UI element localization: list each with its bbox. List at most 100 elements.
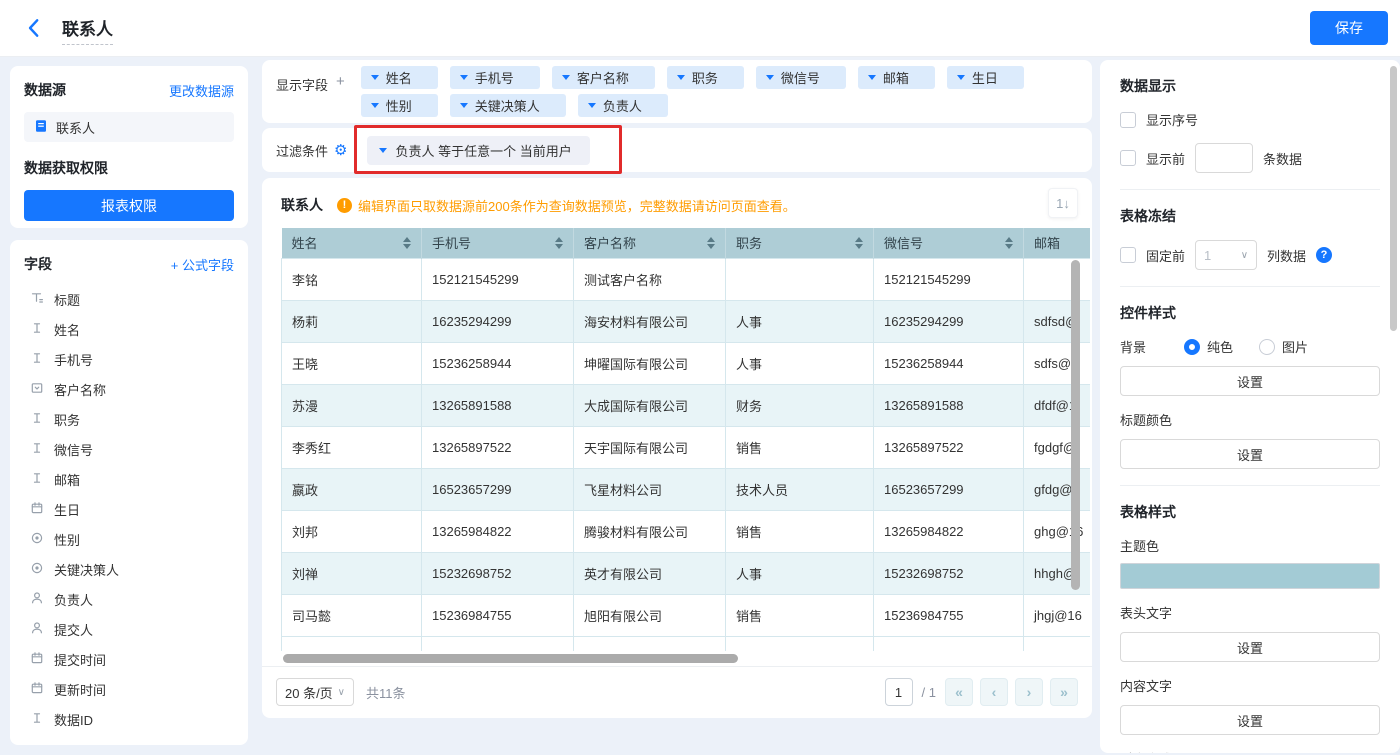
table-row[interactable]: 刘邦13265984822腾骏材料有限公司销售13265984822ghg@16 <box>282 510 1091 552</box>
field-item[interactable]: 微信号 <box>24 434 234 464</box>
field-item[interactable]: 职务 <box>24 404 234 434</box>
display-field-chip[interactable]: 姓名 <box>361 66 438 89</box>
column-header[interactable]: 姓名 <box>282 228 422 258</box>
solid-color-radio[interactable]: 纯色 <box>1184 337 1233 356</box>
field-item[interactable]: 生日 <box>24 494 234 524</box>
add-formula-field-link[interactable]: + 公式字段 <box>171 255 234 274</box>
display-field-chip[interactable]: 性别 <box>361 94 438 117</box>
display-field-chip[interactable]: 职务 <box>667 66 744 89</box>
sort-arrows-icon[interactable] <box>555 237 563 249</box>
settings-scrollbar[interactable] <box>1390 66 1397 331</box>
chevron-down-icon <box>766 75 774 80</box>
chevron-down-icon <box>957 75 965 80</box>
filter-settings-icon[interactable]: ⚙ <box>334 141 347 159</box>
display-field-chip[interactable]: 生日 <box>947 66 1024 89</box>
table-cell: dfdf@1 <box>1024 384 1091 426</box>
table-vertical-scrollbar[interactable] <box>1071 260 1080 590</box>
title-color-set-button[interactable]: 设置 <box>1120 439 1380 469</box>
display-field-chip[interactable]: 关键决策人 <box>450 94 566 117</box>
column-header[interactable]: 微信号 <box>874 228 1024 258</box>
back-icon[interactable] <box>24 17 46 39</box>
sort-arrows-icon[interactable] <box>707 237 715 249</box>
freeze-count-select[interactable]: 1 ∨ <box>1195 240 1257 270</box>
page-title[interactable]: 联系人 <box>62 15 113 45</box>
theme-color-label: 主题色 <box>1120 536 1380 555</box>
field-item[interactable]: 数据ID <box>24 704 234 734</box>
next-page-button[interactable]: › <box>1015 678 1043 706</box>
field-item-label: 数据ID <box>54 710 93 729</box>
user-icon <box>30 591 44 608</box>
table-row[interactable]: 杨莉16235294299海安材料有限公司人事16235294299sdfsd@ <box>282 300 1091 342</box>
help-icon[interactable]: ? <box>1316 247 1332 263</box>
table-row[interactable]: 李铭152121545299测试客户名称152121545299 <box>282 258 1091 300</box>
add-display-field-icon[interactable]: + <box>336 73 345 117</box>
field-item[interactable]: 姓名 <box>24 314 234 344</box>
display-field-chip[interactable]: 客户名称 <box>552 66 655 89</box>
table-row[interactable]: 嬴政16523657299飞星材料公司技术人员16523657299gfdg@1 <box>282 468 1091 510</box>
display-field-chip[interactable]: 负责人 <box>578 94 668 117</box>
column-header[interactable]: 职务 <box>726 228 874 258</box>
field-item[interactable]: 关键决策人 <box>24 554 234 584</box>
first-page-button[interactable]: « <box>945 678 973 706</box>
display-field-chip[interactable]: 手机号 <box>450 66 540 89</box>
column-header[interactable]: 手机号 <box>422 228 574 258</box>
table-cell: 司马懿 <box>282 594 422 636</box>
theme-color-swatch[interactable] <box>1120 563 1380 589</box>
display-field-chip[interactable]: 微信号 <box>756 66 846 89</box>
prev-page-button[interactable]: ‹ <box>980 678 1008 706</box>
field-item-label: 姓名 <box>54 320 80 339</box>
date-icon <box>30 681 44 698</box>
sort-arrows-icon[interactable] <box>1005 237 1013 249</box>
freeze-columns-checkbox[interactable] <box>1120 247 1136 263</box>
sort-order-button[interactable]: 1↓ <box>1048 188 1078 218</box>
show-first-checkbox[interactable] <box>1120 150 1136 166</box>
header-text-set-button[interactable]: 设置 <box>1120 632 1380 662</box>
column-header[interactable]: 客户名称 <box>574 228 726 258</box>
row-limit-input[interactable] <box>1195 143 1253 173</box>
column-header[interactable]: 邮箱 <box>1024 228 1091 258</box>
table-row[interactable]: 司马懿15236984755旭阳有限公司销售15236984755jhgj@16 <box>282 594 1091 636</box>
page-size-select[interactable]: 20 条/页 ∨ <box>276 678 354 706</box>
table-row[interactable]: 苏漫13265891588大成国际有限公司财务13265891588dfdf@1 <box>282 384 1091 426</box>
show-index-checkbox[interactable] <box>1120 112 1136 128</box>
field-item[interactable]: 性别 <box>24 524 234 554</box>
table-cell: 苏漫 <box>282 384 422 426</box>
table-scroll-area: 姓名手机号客户名称职务微信号 邮箱 李铭152121545299测试客户名称152… <box>281 228 1090 666</box>
table-horizontal-scrollbar[interactable] <box>283 654 738 663</box>
table-row[interactable]: 王晓15236258944坤曜国际有限公司人事15236258944sdfs@1 <box>282 342 1091 384</box>
last-page-button[interactable]: » <box>1050 678 1078 706</box>
save-button[interactable]: 保存 <box>1310 11 1388 45</box>
field-item[interactable]: 手机号 <box>24 344 234 374</box>
field-item[interactable]: 标题 <box>24 284 234 314</box>
field-item[interactable]: 邮箱 <box>24 464 234 494</box>
field-item[interactable]: 更新时间 <box>24 674 234 704</box>
date-icon <box>30 651 44 668</box>
content-text-set-button[interactable]: 设置 <box>1120 705 1380 735</box>
image-radio[interactable]: 图片 <box>1259 337 1308 356</box>
sort-arrows-icon[interactable] <box>403 237 411 249</box>
document-icon <box>34 119 48 136</box>
display-field-chip[interactable]: 邮箱 <box>858 66 935 89</box>
field-item-label: 客户名称 <box>54 380 106 399</box>
page-size-value: 20 条/页 <box>285 683 333 702</box>
current-page-input[interactable]: 1 <box>885 678 913 706</box>
table-row[interactable]: 刘禅15232698752英才有限公司人事15232698752hhgh@ <box>282 552 1091 594</box>
table-cell: 16235294299 <box>422 300 574 342</box>
field-item[interactable]: 提交人 <box>24 614 234 644</box>
field-item[interactable]: 客户名称 <box>24 374 234 404</box>
data-display-title: 数据显示 <box>1120 76 1380 96</box>
table-cell: 李秀红 <box>282 426 422 468</box>
field-item[interactable]: 负责人 <box>24 584 234 614</box>
filter-condition-chip[interactable]: 负责人 等于任意一个 当前用户 <box>367 136 589 165</box>
table-row[interactable]: 李秀红13265897522天宇国际有限公司销售13265897522fgdgf… <box>282 426 1091 468</box>
field-item[interactable]: 提交时间 <box>24 644 234 674</box>
column-header-label: 微信号 <box>884 233 923 252</box>
table-cell: 15232698752 <box>422 552 574 594</box>
display-field-chips: 姓名手机号客户名称职务微信号邮箱生日性别关键决策人负责人 <box>361 66 1024 117</box>
background-set-button[interactable]: 设置 <box>1120 366 1380 396</box>
datasource-item[interactable]: 联系人 <box>24 112 234 142</box>
change-datasource-link[interactable]: 更改数据源 <box>169 81 234 100</box>
report-permission-button[interactable]: 报表权限 <box>24 190 234 221</box>
sort-arrows-icon[interactable] <box>855 237 863 249</box>
chip-row: 性别关键决策人负责人 <box>361 94 1024 117</box>
